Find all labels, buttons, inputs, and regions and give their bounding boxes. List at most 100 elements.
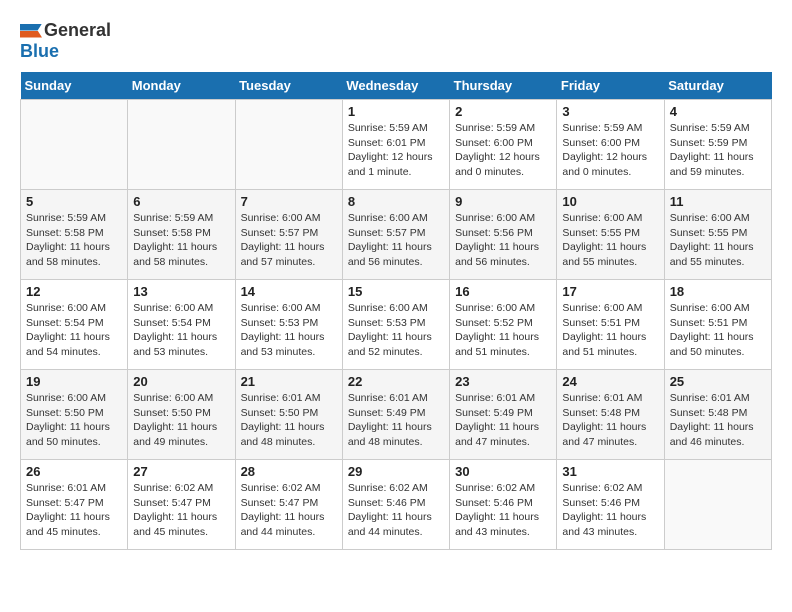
day-number: 29 <box>348 464 444 479</box>
day-number: 24 <box>562 374 658 389</box>
calendar-cell: 9Sunrise: 6:00 AMSunset: 5:56 PMDaylight… <box>450 190 557 280</box>
calendar-cell: 27Sunrise: 6:02 AMSunset: 5:47 PMDayligh… <box>128 460 235 550</box>
day-number: 1 <box>348 104 444 119</box>
day-info: Sunrise: 6:00 AMSunset: 5:55 PMDaylight:… <box>670 211 766 270</box>
day-info: Sunrise: 6:01 AMSunset: 5:50 PMDaylight:… <box>241 391 337 450</box>
calendar-cell: 1 Sunrise: 5:59 AMSunset: 6:01 PMDaylight… <box>342 100 449 190</box>
calendar-cell: 7 Sunrise: 6:00 AMSunset: 5:57 PMDaylight… <box>235 190 342 280</box>
calendar-cell: 23 Sunrise: 6:01 AMSunset: 5:49 PMDayligh… <box>450 370 557 460</box>
calendar-cell <box>21 100 128 190</box>
calendar-table: SundayMondayTuesdayWednesdayThursdayFrid… <box>20 72 772 550</box>
day-info: Sunrise: 6:01 AMSunset: 5:48 PMDaylight:… <box>562 391 658 450</box>
calendar-cell: 15Sunrise: 6:00 AMSunset: 5:53 PMDayligh… <box>342 280 449 370</box>
day-number: 13 <box>133 284 229 299</box>
calendar-cell: 13 Sunrise: 6:00 AMSunset: 5:54 PMDayligh… <box>128 280 235 370</box>
day-info: Sunrise: 5:59 AMSunset: 5:58 PMDaylight:… <box>26 211 122 270</box>
day-info: Sunrise: 5:59 AMSunset: 5:58 PMDaylight:… <box>133 211 229 270</box>
day-info: Sunrise: 6:00 AMSunset: 5:50 PMDaylight:… <box>26 391 122 450</box>
calendar-week-3: 12 Sunrise: 6:00 AMSunset: 5:54 PMDayligh… <box>21 280 772 370</box>
calendar-cell: 6 Sunrise: 5:59 AMSunset: 5:58 PMDaylight… <box>128 190 235 280</box>
calendar-cell: 28 Sunrise: 6:02 AMSunset: 5:47 PMDayligh… <box>235 460 342 550</box>
day-number: 17 <box>562 284 658 299</box>
day-info: Sunrise: 6:00 AMSunset: 5:56 PMDaylight:… <box>455 211 551 270</box>
calendar-cell: 26Sunrise: 6:01 AMSunset: 5:47 PMDayligh… <box>21 460 128 550</box>
calendar-cell: 29 Sunrise: 6:02 AMSunset: 5:46 PMDayligh… <box>342 460 449 550</box>
day-number: 2 <box>455 104 551 119</box>
day-info: Sunrise: 6:02 AMSunset: 5:46 PMDaylight:… <box>562 481 658 540</box>
logo-flag-icon <box>20 24 42 38</box>
weekday-header-row: SundayMondayTuesdayWednesdayThursdayFrid… <box>21 72 772 100</box>
calendar-cell: 20Sunrise: 6:00 AMSunset: 5:50 PMDayligh… <box>128 370 235 460</box>
day-number: 22 <box>348 374 444 389</box>
calendar-cell <box>664 460 771 550</box>
day-info: Sunrise: 6:00 AMSunset: 5:57 PMDaylight:… <box>348 211 444 270</box>
weekday-monday: Monday <box>128 72 235 100</box>
day-info: Sunrise: 6:00 AMSunset: 5:51 PMDaylight:… <box>670 301 766 360</box>
calendar-cell: 30Sunrise: 6:02 AMSunset: 5:46 PMDayligh… <box>450 460 557 550</box>
logo-blue-text: Blue <box>20 41 59 62</box>
day-number: 20 <box>133 374 229 389</box>
calendar-cell: 22Sunrise: 6:01 AMSunset: 5:49 PMDayligh… <box>342 370 449 460</box>
calendar-cell: 10Sunrise: 6:00 AMSunset: 5:55 PMDayligh… <box>557 190 664 280</box>
day-info: Sunrise: 6:02 AMSunset: 5:47 PMDaylight:… <box>241 481 337 540</box>
day-info: Sunrise: 6:02 AMSunset: 5:46 PMDaylight:… <box>348 481 444 540</box>
weekday-wednesday: Wednesday <box>342 72 449 100</box>
calendar-week-5: 26Sunrise: 6:01 AMSunset: 5:47 PMDayligh… <box>21 460 772 550</box>
day-info: Sunrise: 6:01 AMSunset: 5:48 PMDaylight:… <box>670 391 766 450</box>
calendar-body: 1 Sunrise: 5:59 AMSunset: 6:01 PMDaylight… <box>21 100 772 550</box>
calendar-cell: 11 Sunrise: 6:00 AMSunset: 5:55 PMDayligh… <box>664 190 771 280</box>
weekday-sunday: Sunday <box>21 72 128 100</box>
day-number: 31 <box>562 464 658 479</box>
day-info: Sunrise: 5:59 AMSunset: 5:59 PMDaylight:… <box>670 121 766 180</box>
day-number: 30 <box>455 464 551 479</box>
day-number: 12 <box>26 284 122 299</box>
day-info: Sunrise: 5:59 AMSunset: 6:01 PMDaylight:… <box>348 121 444 180</box>
calendar-cell: 17 Sunrise: 6:00 AMSunset: 5:51 PMDayligh… <box>557 280 664 370</box>
calendar-cell: 5 Sunrise: 5:59 AMSunset: 5:58 PMDaylight… <box>21 190 128 280</box>
day-number: 23 <box>455 374 551 389</box>
day-number: 5 <box>26 194 122 209</box>
day-info: Sunrise: 6:00 AMSunset: 5:51 PMDaylight:… <box>562 301 658 360</box>
day-number: 19 <box>26 374 122 389</box>
day-info: Sunrise: 6:00 AMSunset: 5:54 PMDaylight:… <box>26 301 122 360</box>
calendar-cell: 24 Sunrise: 6:01 AMSunset: 5:48 PMDayligh… <box>557 370 664 460</box>
day-info: Sunrise: 5:59 AMSunset: 6:00 PMDaylight:… <box>562 121 658 180</box>
day-number: 21 <box>241 374 337 389</box>
day-number: 6 <box>133 194 229 209</box>
day-number: 28 <box>241 464 337 479</box>
calendar-cell: 18 Sunrise: 6:00 AMSunset: 5:51 PMDayligh… <box>664 280 771 370</box>
calendar-cell: 8 Sunrise: 6:00 AMSunset: 5:57 PMDaylight… <box>342 190 449 280</box>
logo-general-text: General <box>44 20 111 41</box>
day-number: 8 <box>348 194 444 209</box>
day-number: 25 <box>670 374 766 389</box>
calendar-cell: 3 Sunrise: 5:59 AMSunset: 6:00 PMDaylight… <box>557 100 664 190</box>
weekday-thursday: Thursday <box>450 72 557 100</box>
calendar-week-1: 1 Sunrise: 5:59 AMSunset: 6:01 PMDaylight… <box>21 100 772 190</box>
calendar-cell: 2 Sunrise: 5:59 AMSunset: 6:00 PMDaylight… <box>450 100 557 190</box>
calendar-week-4: 19 Sunrise: 6:00 AMSunset: 5:50 PMDayligh… <box>21 370 772 460</box>
calendar-cell: 25 Sunrise: 6:01 AMSunset: 5:48 PMDayligh… <box>664 370 771 460</box>
calendar-cell: 16Sunrise: 6:00 AMSunset: 5:52 PMDayligh… <box>450 280 557 370</box>
day-info: Sunrise: 6:00 AMSunset: 5:53 PMDaylight:… <box>348 301 444 360</box>
day-info: Sunrise: 6:00 AMSunset: 5:54 PMDaylight:… <box>133 301 229 360</box>
day-number: 11 <box>670 194 766 209</box>
day-info: Sunrise: 6:01 AMSunset: 5:47 PMDaylight:… <box>26 481 122 540</box>
day-info: Sunrise: 6:00 AMSunset: 5:57 PMDaylight:… <box>241 211 337 270</box>
day-info: Sunrise: 5:59 AMSunset: 6:00 PMDaylight:… <box>455 121 551 180</box>
calendar-cell <box>235 100 342 190</box>
day-number: 3 <box>562 104 658 119</box>
calendar-cell: 12 Sunrise: 6:00 AMSunset: 5:54 PMDayligh… <box>21 280 128 370</box>
day-number: 7 <box>241 194 337 209</box>
calendar-cell: 19 Sunrise: 6:00 AMSunset: 5:50 PMDayligh… <box>21 370 128 460</box>
page-header: General Blue <box>20 20 772 62</box>
calendar-cell: 4 Sunrise: 5:59 AMSunset: 5:59 PMDaylight… <box>664 100 771 190</box>
day-info: Sunrise: 6:02 AMSunset: 5:47 PMDaylight:… <box>133 481 229 540</box>
logo: General Blue <box>20 20 111 62</box>
calendar-cell: 14Sunrise: 6:00 AMSunset: 5:53 PMDayligh… <box>235 280 342 370</box>
day-info: Sunrise: 6:00 AMSunset: 5:55 PMDaylight:… <box>562 211 658 270</box>
day-info: Sunrise: 6:01 AMSunset: 5:49 PMDaylight:… <box>455 391 551 450</box>
day-number: 4 <box>670 104 766 119</box>
day-number: 16 <box>455 284 551 299</box>
weekday-tuesday: Tuesday <box>235 72 342 100</box>
day-number: 18 <box>670 284 766 299</box>
